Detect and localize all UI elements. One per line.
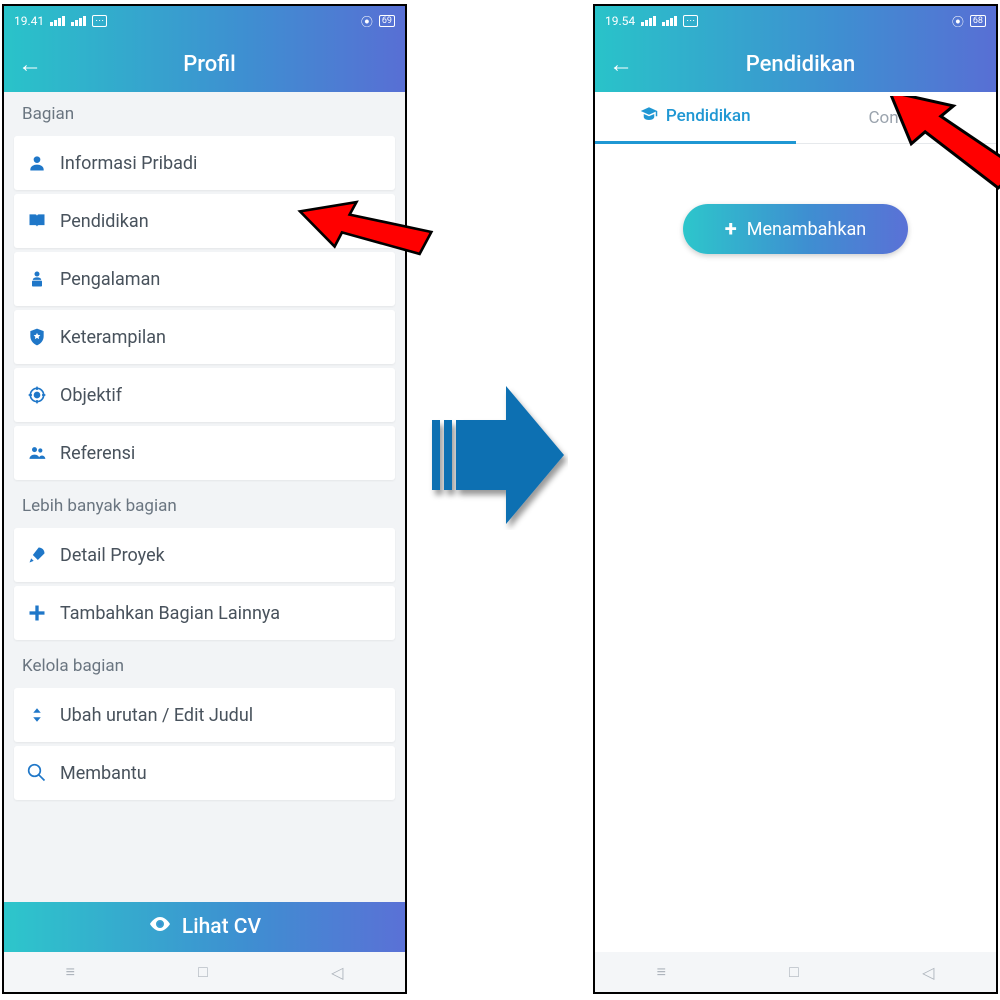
sort-icon	[26, 704, 48, 726]
header-title: Profil	[62, 52, 357, 77]
graduation-cap-icon	[640, 105, 658, 128]
list-item-referensi[interactable]: Referensi	[14, 426, 395, 480]
tab-label: Pendidikan	[666, 106, 751, 126]
tab-pendidikan[interactable]: Pendidikan	[595, 92, 796, 144]
battery-icon: 68	[970, 15, 986, 27]
phone-left: 19.41 ⋯ ⦿ 69 ← Profil Bagian Informasi P…	[2, 4, 407, 994]
nav-recent-icon[interactable]: ≡	[66, 962, 75, 982]
target-icon	[26, 384, 48, 406]
battery-icon: 69	[379, 15, 395, 27]
nav-home-icon[interactable]: □	[198, 962, 208, 982]
item-label: Pengalaman	[60, 269, 160, 290]
back-arrow-icon[interactable]: ←	[18, 50, 42, 79]
process-arrow-icon	[428, 380, 568, 530]
android-nav-bar: ≡ □ ◁	[4, 952, 405, 992]
rocket-icon	[26, 544, 48, 566]
volte-icon: ⋯	[92, 15, 107, 27]
item-label: Informasi Pribadi	[60, 153, 197, 174]
back-arrow-icon[interactable]: ←	[609, 50, 633, 79]
add-button-label: Menambahkan	[747, 219, 866, 240]
footer-label: Lihat CV	[182, 915, 261, 939]
annotation-arrow-icon	[862, 96, 1000, 216]
people-icon	[26, 442, 48, 464]
shield-star-icon	[26, 326, 48, 348]
item-label: Pendidikan	[60, 211, 149, 232]
list-item-objektif[interactable]: Objektif	[14, 368, 395, 422]
vibrate-icon: ⦿	[361, 13, 373, 30]
briefcase-person-icon	[26, 268, 48, 290]
eye-icon	[148, 912, 172, 942]
status-bar: 19.54 ⋯ ⦿ 68	[595, 6, 996, 36]
item-label: Detail Proyek	[60, 545, 165, 566]
volte-icon: ⋯	[683, 15, 698, 27]
section-header-kelola: Kelola bagian	[4, 644, 405, 684]
item-label: Membantu	[60, 763, 147, 784]
signal-icon	[50, 16, 65, 26]
item-label: Tambahkan Bagian Lainnya	[60, 603, 280, 624]
list-item-detail-proyek[interactable]: Detail Proyek	[14, 528, 395, 582]
plus-icon	[26, 602, 48, 624]
section-header-lebih: Lebih banyak bagian	[4, 484, 405, 524]
vibrate-icon: ⦿	[952, 13, 964, 30]
annotation-arrow-icon	[283, 195, 443, 265]
signal-icon	[641, 16, 656, 26]
signal-icon	[662, 16, 677, 26]
pendidikan-content: Pendidikan Contoh + Menambahkan	[595, 92, 996, 952]
list-item-keterampilan[interactable]: Keterampilan	[14, 310, 395, 364]
list-item-ubah-urutan[interactable]: Ubah urutan / Edit Judul	[14, 688, 395, 742]
book-icon	[26, 210, 48, 232]
nav-back-icon[interactable]: ◁	[922, 963, 934, 982]
list-item-tambahkan-bagian[interactable]: Tambahkan Bagian Lainnya	[14, 586, 395, 640]
app-header: ← Profil	[4, 36, 405, 92]
status-time: 19.41	[14, 14, 44, 28]
item-label: Keterampilan	[60, 327, 166, 348]
person-icon	[26, 152, 48, 174]
item-label: Ubah urutan / Edit Judul	[60, 705, 253, 726]
android-nav-bar: ≡ □ ◁	[595, 952, 996, 992]
item-label: Objektif	[60, 385, 122, 406]
app-header: ← Pendidikan	[595, 36, 996, 92]
signal-icon	[71, 16, 86, 26]
nav-back-icon[interactable]: ◁	[331, 963, 343, 982]
view-cv-button[interactable]: Lihat CV	[4, 902, 405, 952]
item-label: Referensi	[60, 443, 135, 464]
help-icon	[26, 762, 48, 784]
plus-icon: +	[725, 217, 737, 242]
list-item-informasi-pribadi[interactable]: Informasi Pribadi	[14, 136, 395, 190]
status-time: 19.54	[605, 14, 635, 28]
status-bar: 19.41 ⋯ ⦿ 69	[4, 6, 405, 36]
nav-home-icon[interactable]: □	[789, 962, 799, 982]
section-header-bagian: Bagian	[4, 92, 405, 132]
nav-recent-icon[interactable]: ≡	[657, 962, 666, 982]
list-item-membantu[interactable]: Membantu	[14, 746, 395, 800]
header-title: Pendidikan	[653, 52, 948, 77]
